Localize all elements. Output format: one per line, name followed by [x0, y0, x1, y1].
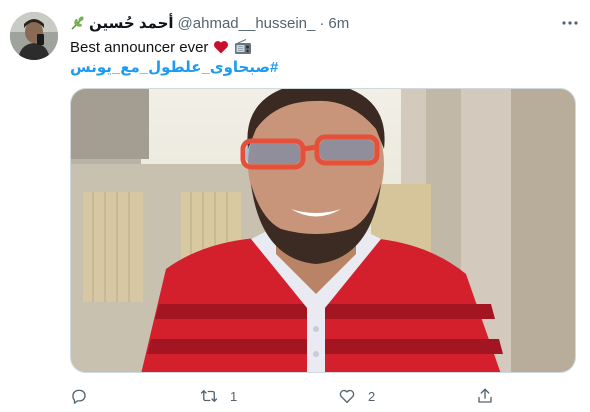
share-button[interactable]: [476, 386, 506, 406]
retweet-count: 1: [230, 388, 238, 404]
more-icon[interactable]: [558, 11, 582, 35]
tweet-header: أحمد حُسين @ahmad__hussein_ · 6m: [70, 13, 349, 33]
leaf-emoji-icon: [71, 16, 84, 30]
tweet-text-content: Best announcer ever: [70, 38, 209, 56]
tweet-text: Best announcer ever: [70, 37, 252, 57]
reply-button[interactable]: [70, 386, 100, 406]
avatar[interactable]: [10, 12, 58, 60]
share-icon: [478, 388, 492, 403]
hashtag-link[interactable]: #صبحاوى_علطول_مع_يونس: [70, 58, 278, 76]
retweet-icon: [200, 390, 218, 402]
avatar-image: [10, 12, 58, 60]
display-name[interactable]: أحمد حُسين: [89, 14, 174, 32]
tweet[interactable]: أحمد حُسين @ahmad__hussein_ · 6m Best an…: [0, 0, 590, 412]
user-handle[interactable]: @ahmad__hussein_: [178, 15, 316, 32]
reply-icon: [72, 389, 86, 404]
red-heart-emoji-icon: [214, 41, 229, 54]
like-count: 2: [368, 388, 376, 404]
tweet-actions: 1 2: [70, 386, 500, 406]
tweet-photo[interactable]: [70, 88, 576, 373]
like-icon: [339, 389, 355, 404]
retweet-button[interactable]: 1: [200, 386, 237, 406]
radio-emoji-icon: [235, 39, 252, 54]
like-button[interactable]: 2: [338, 386, 375, 406]
hashtag-text[interactable]: #صبحاوى_علطول_مع_يونس: [70, 59, 278, 76]
timestamp[interactable]: 6m: [328, 15, 349, 32]
photo-image: [71, 89, 575, 372]
separator-dot: ·: [319, 14, 325, 32]
